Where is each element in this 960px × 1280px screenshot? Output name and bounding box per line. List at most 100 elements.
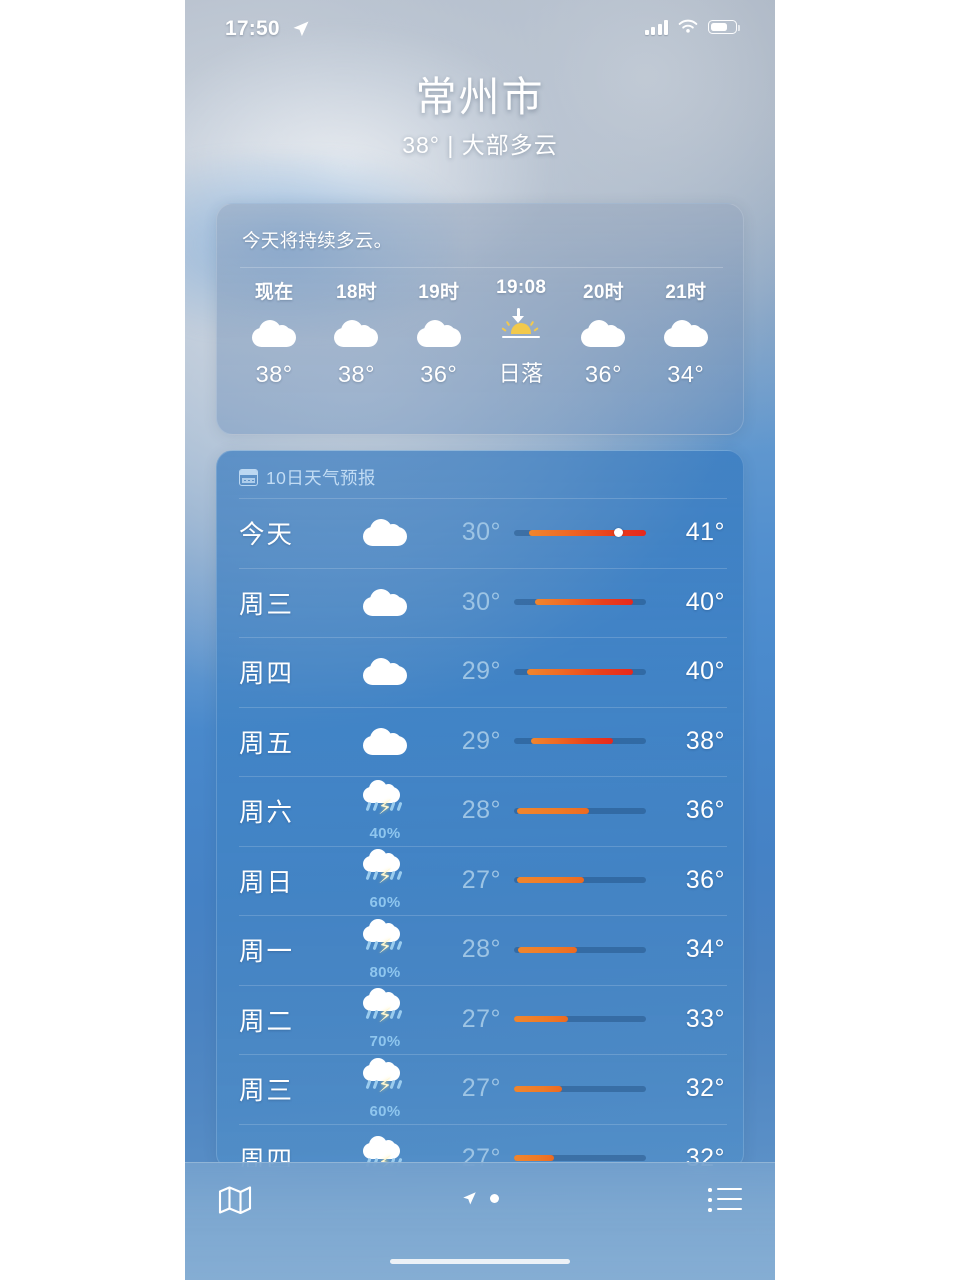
hourly-item[interactable]: 19:08 日落: [480, 277, 562, 388]
location-arrow-icon[interactable]: [462, 1191, 477, 1206]
thunderstorm-icon: ⚡: [362, 1058, 408, 1102]
sunset-icon: [498, 308, 544, 348]
hourly-item[interactable]: 20时36°: [562, 277, 644, 388]
daily-row-icon: [331, 589, 439, 616]
hourly-item[interactable]: 现在38°: [233, 277, 315, 388]
daily-forecast-row[interactable]: 周三30°40°: [239, 568, 725, 638]
daily-row-icon: ⚡70%: [331, 988, 439, 1050]
daily-row-low-temp: 30°: [439, 588, 501, 617]
hourly-item-temp: 38°: [315, 361, 397, 388]
temperature-bar-fill: [518, 947, 577, 953]
hourly-item-label: 21时: [645, 277, 727, 304]
daily-row-day: 周六: [239, 792, 331, 829]
precipitation-probability: 70%: [370, 1033, 401, 1050]
divider: [240, 267, 723, 268]
ten-day-title: 10日天气预报: [266, 465, 376, 490]
daily-row-high-temp: 36°: [659, 796, 725, 825]
ten-day-forecast-card[interactable]: 10日天气预报 今天30°41°周三30°40°周四29°40°周五29°38°…: [216, 450, 744, 1168]
hourly-item-temp: 36°: [398, 361, 480, 388]
precipitation-probability: 60%: [370, 894, 401, 911]
thunderstorm-icon: ⚡: [362, 988, 408, 1032]
hourly-item-icon: [315, 309, 397, 357]
cloud-icon: [363, 519, 407, 546]
wifi-icon: [677, 19, 699, 35]
list-icon[interactable]: [708, 1187, 742, 1213]
cloud-icon: [664, 320, 708, 347]
hourly-item-label: 20时: [562, 277, 644, 304]
hourly-item-icon: [233, 309, 315, 357]
daily-forecast-row[interactable]: 周三⚡60%27°32°: [239, 1054, 725, 1124]
daily-row-low-temp: 29°: [439, 727, 501, 756]
cloud-icon: [417, 320, 461, 347]
temperature-range-bar: [514, 1086, 646, 1092]
temperature-range-bar: [514, 599, 646, 605]
daily-row-high-temp: 40°: [659, 657, 725, 686]
precipitation-probability: 60%: [370, 1103, 401, 1120]
daily-forecast-row[interactable]: 周六⚡40%28°36°: [239, 776, 725, 846]
hourly-forecast-card[interactable]: 今天将持续多云。 现在38°18时 38° 19时 36° 19:08 日落20时36°2…: [216, 203, 744, 435]
hourly-item[interactable]: 21时34°: [645, 277, 727, 388]
page-indicator-dot[interactable]: [490, 1194, 499, 1203]
temperature-bar-fill: [514, 1016, 568, 1022]
hourly-item-icon: [398, 309, 480, 357]
temperature-bar-fill: [527, 669, 633, 675]
ten-day-header: 10日天气预报: [217, 451, 743, 490]
hourly-item-temp: 日落: [480, 356, 562, 388]
daily-forecast-row[interactable]: 周日⚡60%27°36°: [239, 846, 725, 916]
daily-row-icon: [331, 658, 439, 685]
thunderstorm-icon: ⚡: [362, 780, 408, 824]
daily-row-day: 周三: [239, 1070, 331, 1107]
hourly-item-label: 18时: [315, 277, 397, 304]
temperature-bar-fill: [517, 808, 590, 814]
hourly-summary-text: 今天将持续多云。: [217, 204, 743, 253]
cloud-icon: [581, 320, 625, 347]
daily-forecast-row[interactable]: 周二⚡70%27°33°: [239, 985, 725, 1055]
daily-row-icon: ⚡80%: [331, 919, 439, 981]
status-bar: 17:50: [185, 0, 775, 56]
temperature-bar-fill: [529, 530, 646, 536]
daily-forecast-row[interactable]: 周五29°38°: [239, 707, 725, 777]
temperature-range-bar: [514, 1155, 646, 1161]
daily-row-day: 周日: [239, 862, 331, 899]
battery-icon: [708, 20, 737, 34]
daily-forecast-row[interactable]: 今天30°41°: [239, 498, 725, 568]
daily-row-high-temp: 40°: [659, 588, 725, 617]
hourly-item-label: 现在: [233, 277, 315, 304]
temperature-range-bar: [514, 877, 646, 883]
hourly-item-label: 19时: [398, 277, 480, 304]
daily-row-high-temp: 38°: [659, 727, 725, 756]
daily-forecast-row[interactable]: 周一⚡80%28°34°: [239, 915, 725, 985]
bottom-toolbar: [185, 1162, 775, 1280]
daily-row-low-temp: 27°: [439, 1005, 501, 1034]
status-bar-time: 17:50: [225, 17, 280, 41]
daily-row-icon: [331, 728, 439, 755]
cloud-icon: [252, 320, 296, 347]
temperature-bar-fill: [514, 1155, 554, 1161]
hourly-item-label: 19:08: [480, 277, 562, 299]
daily-row-icon: ⚡40%: [331, 780, 439, 842]
daily-row-icon: ⚡60%: [331, 849, 439, 911]
daily-forecast-row[interactable]: 周四29°40°: [239, 637, 725, 707]
temperature-bar-fill: [517, 877, 584, 883]
daily-row-high-temp: 32°: [659, 1074, 725, 1103]
thunderstorm-icon: ⚡: [362, 849, 408, 893]
thunderstorm-icon: ⚡: [362, 919, 408, 963]
location-arrow-icon: [292, 20, 310, 38]
daily-row-high-temp: 34°: [659, 935, 725, 964]
temperature-range-bar: [514, 738, 646, 744]
page-indicator[interactable]: [185, 1191, 775, 1206]
daily-row-icon: [331, 519, 439, 546]
hourly-item-icon: [480, 304, 562, 352]
daily-row-day: 周二: [239, 1001, 331, 1038]
hourly-item-icon: [645, 309, 727, 357]
cloud-icon: [363, 728, 407, 755]
hourly-item[interactable]: 18时 38°: [315, 277, 397, 388]
temperature-bar-fill: [514, 1086, 562, 1092]
status-bar-indicators: [645, 19, 738, 35]
home-indicator[interactable]: [390, 1259, 570, 1265]
cloud-icon: [334, 320, 378, 347]
hourly-list[interactable]: 现在38°18时 38° 19时 36° 19:08 日落20时36°21时34°: [217, 277, 743, 388]
current-temperature-dot: [614, 528, 623, 537]
hourly-item[interactable]: 19时 36°: [398, 277, 480, 388]
temperature-range-bar: [514, 1016, 646, 1022]
